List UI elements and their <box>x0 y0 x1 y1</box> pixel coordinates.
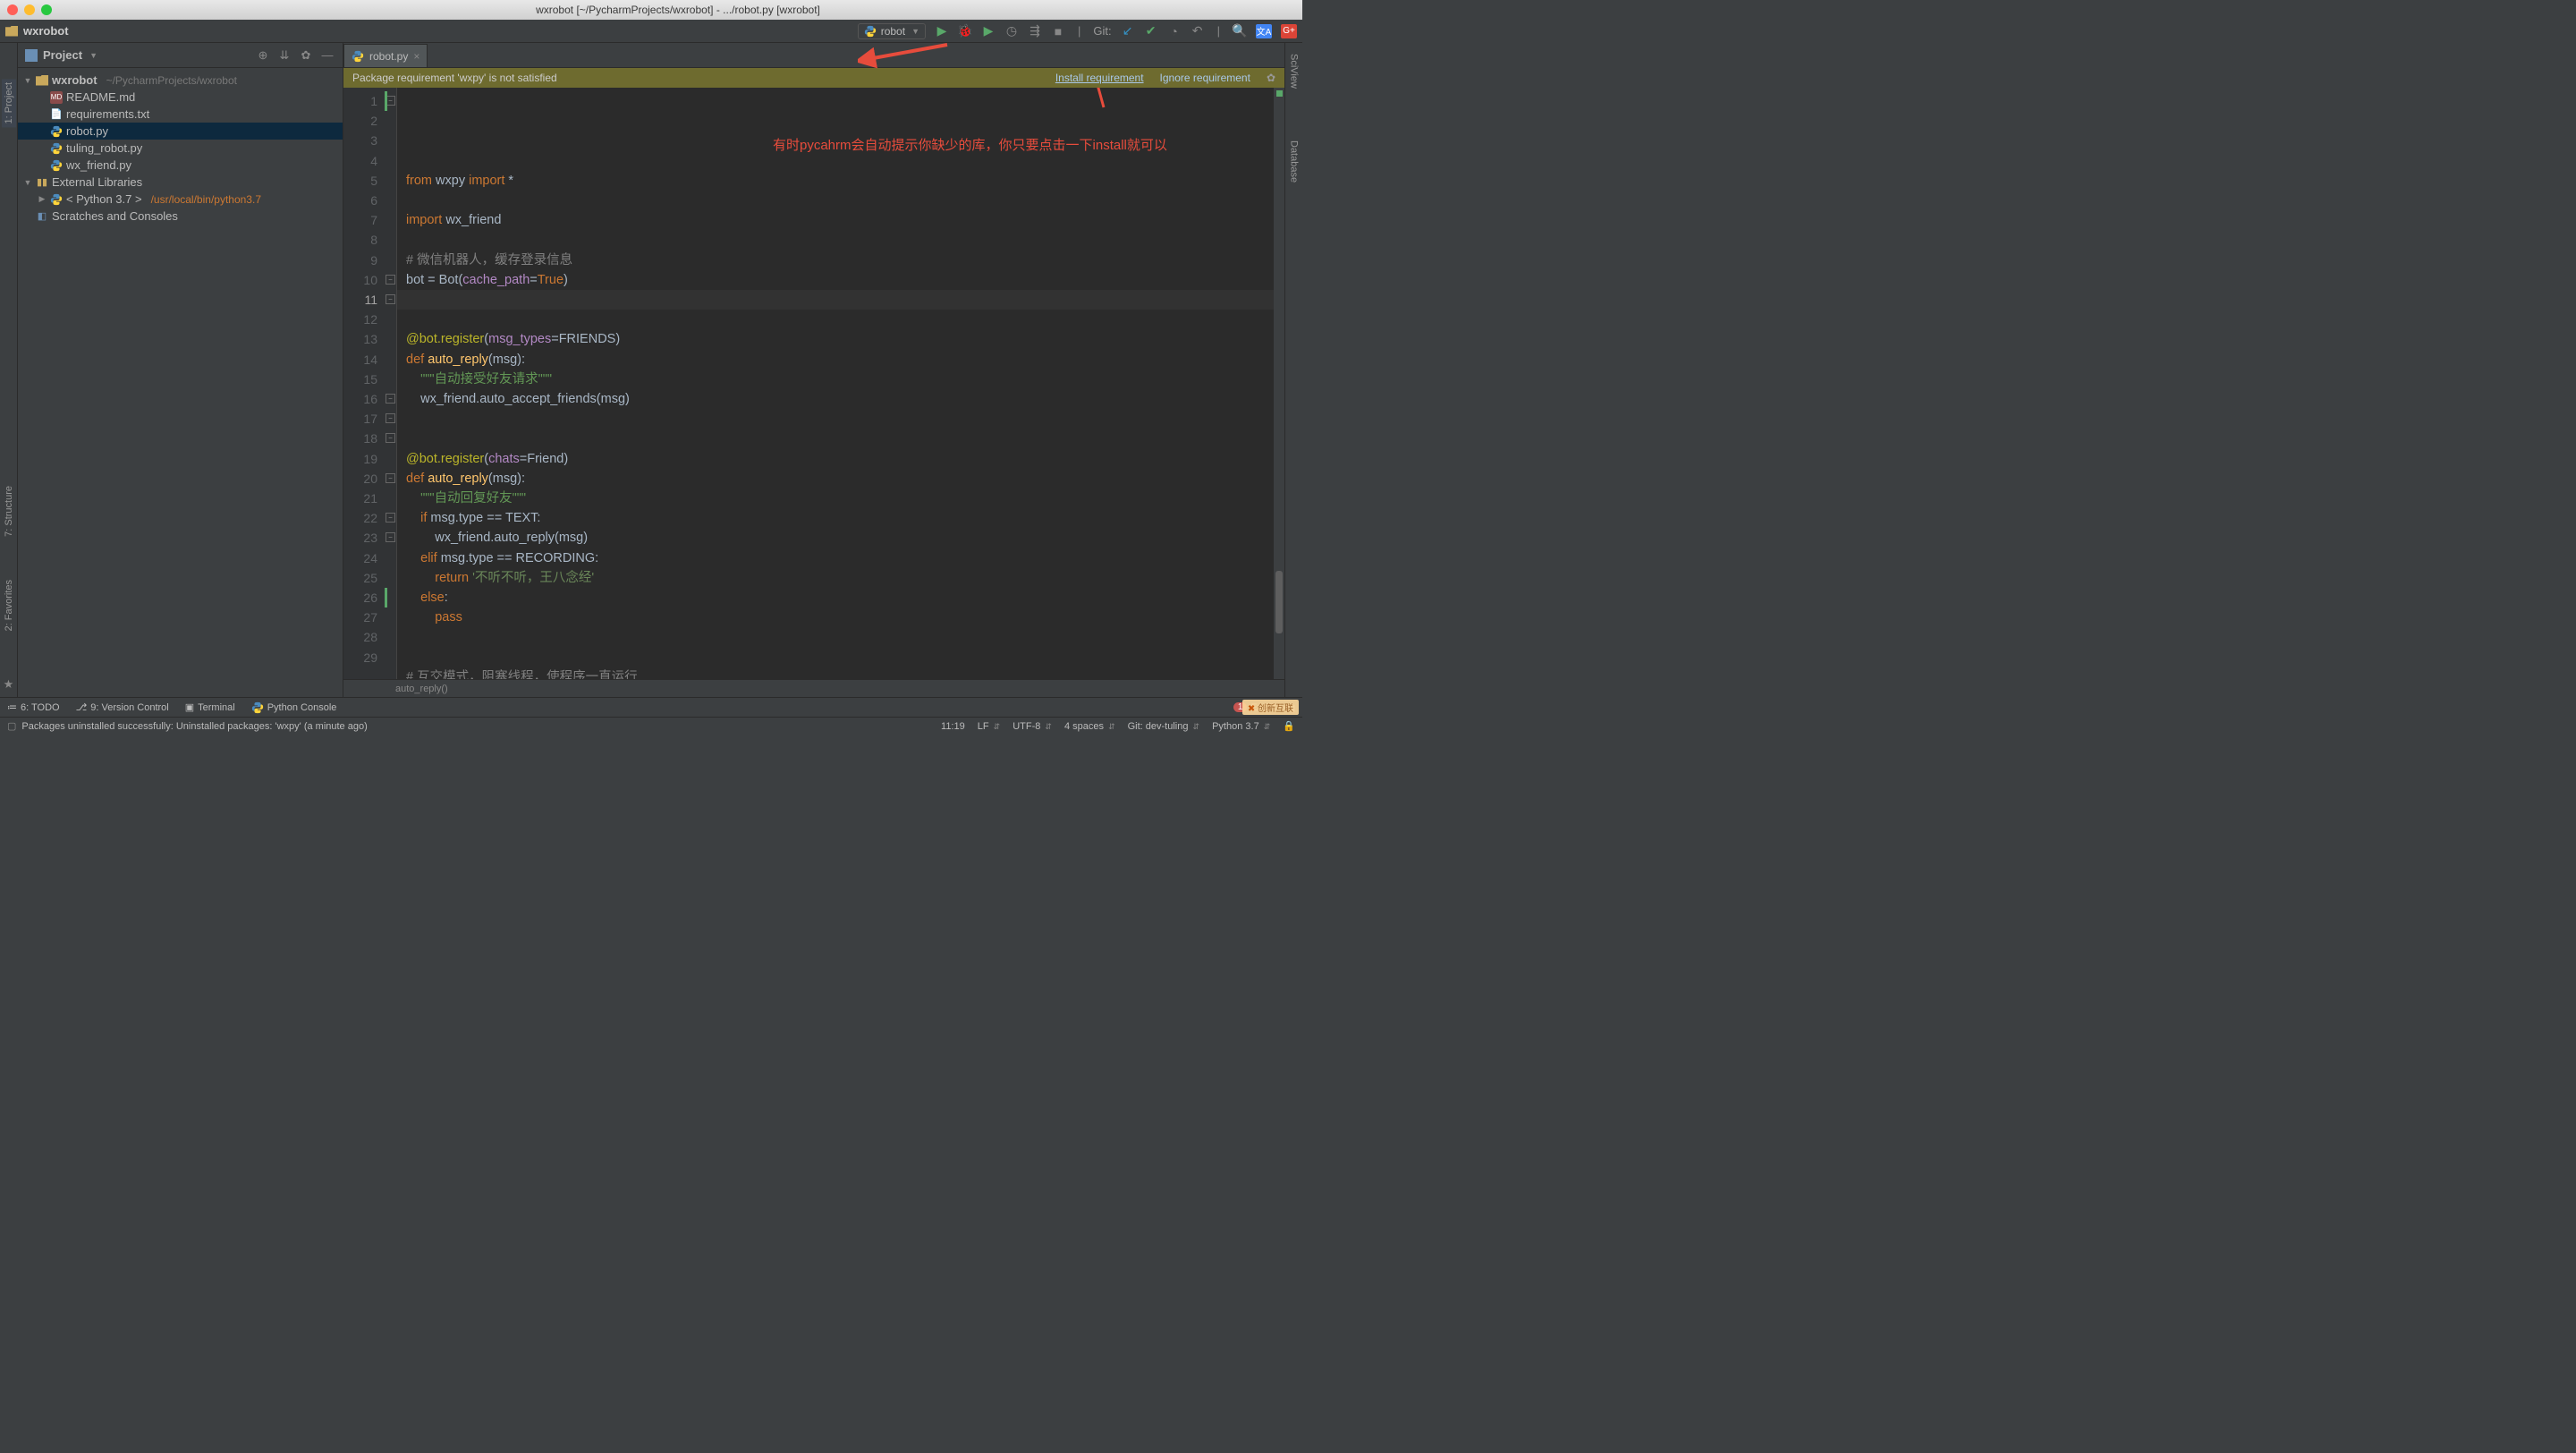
tree-file[interactable]: robot.py <box>18 123 343 140</box>
caret-position[interactable]: 11:19 <box>941 721 965 732</box>
status-bar: ▢ Packages uninstalled successfully: Uni… <box>0 717 1302 735</box>
tree-file[interactable]: wx_friend.py <box>18 157 343 174</box>
scratch-icon: ◧ <box>36 210 48 223</box>
tool-tab-database[interactable]: Database <box>1287 137 1301 186</box>
hide-icon[interactable]: — <box>319 47 335 64</box>
inspection-indicator[interactable] <box>1276 90 1283 97</box>
chevron-down-icon[interactable]: ▼ <box>89 51 97 60</box>
tree-file[interactable]: 📄requirements.txt <box>18 106 343 123</box>
bottom-toolbar: ≔6: TODO ⎇9: Version Control ▣Terminal P… <box>0 697 1302 717</box>
git-update-icon[interactable]: ↙ <box>1121 24 1135 38</box>
chevron-down-icon: ▼ <box>911 27 919 36</box>
folder-icon <box>5 26 18 37</box>
lock-icon[interactable]: 🔒 <box>1283 720 1295 732</box>
translate-icon[interactable]: 文A <box>1256 24 1272 38</box>
tree-scratches[interactable]: ▶ ◧ Scratches and Consoles <box>18 208 343 225</box>
search-icon[interactable]: 🔍 <box>1233 24 1247 38</box>
tool-tab-terminal[interactable]: ▣Terminal <box>185 701 235 713</box>
tool-tab-project[interactable]: 1: Project <box>2 79 16 127</box>
git-label: Git: <box>1093 24 1111 38</box>
main-toolbar: wxrobot robot ▼ ▶ 🐞 ▶ ◷ ⇶ ■ | Git: ↙ ✔ ◔… <box>0 20 1302 43</box>
tree-file[interactable]: MDREADME.md <box>18 89 343 106</box>
line-number-gutter[interactable]: 1234567891011121314151617181920212223242… <box>343 88 385 679</box>
sidebar-title[interactable]: Project <box>43 48 82 62</box>
banner-settings-icon[interactable]: ✿ <box>1267 72 1275 84</box>
tool-tab-vcs[interactable]: ⎇9: Version Control <box>76 701 169 713</box>
indent-config[interactable]: 4 spaces ⇵ <box>1064 721 1115 732</box>
stop-button[interactable]: ■ <box>1051 24 1065 38</box>
window-max-dot[interactable] <box>41 4 52 15</box>
tab-label: robot.py <box>369 50 408 63</box>
python-icon <box>251 701 264 714</box>
line-separator[interactable]: LF ⇵ <box>978 721 1000 732</box>
git-history-icon[interactable]: ◔ <box>1167 24 1182 38</box>
run-button[interactable]: ▶ <box>935 24 949 38</box>
tab-close-icon[interactable]: × <box>413 50 419 63</box>
code-editor[interactable]: 有时pycahrm会自动提示你缺少的库，你只要点击一下install就可以 fr… <box>397 88 1274 679</box>
tree-file[interactable]: tuling_robot.py <box>18 140 343 157</box>
library-icon: ▮▮ <box>36 176 48 189</box>
tool-tab-sciview[interactable]: SciView <box>1287 50 1301 92</box>
tree-external-libs[interactable]: ▼ ▮▮ External Libraries <box>18 174 343 191</box>
python-interpreter[interactable]: Python 3.7 ⇵ <box>1212 721 1270 732</box>
plugin-icon[interactable]: G+ <box>1281 24 1297 38</box>
python-icon <box>50 193 63 206</box>
git-revert-icon[interactable]: ↶ <box>1191 24 1205 38</box>
macos-titlebar: wxrobot [~/PycharmProjects/wxrobot] - ..… <box>0 0 1302 20</box>
ignore-requirement-link[interactable]: Ignore requirement <box>1160 72 1250 84</box>
annotation-arrow-2 <box>1086 88 1122 116</box>
tree-project-root[interactable]: ▼ wxrobot ~/PycharmProjects/wxrobot <box>18 72 343 89</box>
right-tool-gutter: SciView Database <box>1284 43 1302 697</box>
coverage-button[interactable]: ▶ <box>981 24 996 38</box>
tree-python-sdk[interactable]: ▶ < Python 3.7 > /usr/local/bin/python3.… <box>18 191 343 208</box>
run-config-label: robot <box>881 25 905 38</box>
requirement-banner: Package requirement 'wxpy' is not satisf… <box>343 68 1284 88</box>
tool-tab-todo[interactable]: ≔6: TODO <box>7 701 60 713</box>
settings-icon[interactable]: ✿ <box>298 47 314 64</box>
python-icon <box>864 25 877 38</box>
debug-button[interactable]: 🐞 <box>958 24 972 38</box>
project-view-icon <box>25 49 38 62</box>
git-commit-icon[interactable]: ✔ <box>1144 24 1158 38</box>
watermark: ✖ 创新互联 <box>1242 700 1299 715</box>
star-icon: ★ <box>4 677 14 692</box>
annotation-text: 有时pycahrm会自动提示你缺少的库，你只要点击一下install就可以 <box>773 136 1167 156</box>
breadcrumb-root[interactable]: wxrobot <box>23 24 69 38</box>
profile-button[interactable]: ◷ <box>1004 24 1019 38</box>
editor-tab-robot[interactable]: robot.py × <box>343 44 428 67</box>
project-sidebar: Project ▼ ⊕ ⇊ ✿ — ▼ wxrobot ~/PycharmPro… <box>18 43 343 697</box>
status-message: Packages uninstalled successfully: Unins… <box>21 721 367 732</box>
run-config-selector[interactable]: robot ▼ <box>858 23 926 39</box>
file-encoding[interactable]: UTF-8 ⇵ <box>1013 721 1052 732</box>
window-close-dot[interactable] <box>7 4 18 15</box>
editor-scrollbar[interactable] <box>1274 88 1284 679</box>
left-tool-gutter: 1: Project 7: Structure 2: Favorites ★ <box>0 43 18 697</box>
project-tree: ▼ wxrobot ~/PycharmProjects/wxrobot MDRE… <box>18 68 343 228</box>
git-branch[interactable]: Git: dev-tuling ⇵ <box>1128 721 1199 732</box>
trace-button[interactable]: ⇶ <box>1028 24 1042 38</box>
banner-message: Package requirement 'wxpy' is not satisf… <box>352 72 557 84</box>
code-breadcrumb[interactable]: auto_reply() <box>343 679 1284 697</box>
tool-tab-favorites[interactable]: 2: Favorites <box>2 576 16 634</box>
window-title: wxrobot [~/PycharmProjects/wxrobot] - ..… <box>61 4 1295 16</box>
fold-gutter[interactable]: −−−−−−−−− <box>385 88 397 679</box>
locate-icon[interactable]: ⊕ <box>255 47 271 64</box>
collapse-icon[interactable]: ⇊ <box>276 47 292 64</box>
tool-tab-python-console[interactable]: Python Console <box>251 701 337 714</box>
status-icon[interactable]: ▢ <box>7 720 16 732</box>
tool-tab-structure[interactable]: 7: Structure <box>2 482 16 540</box>
python-icon <box>352 50 364 63</box>
editor-area: robot.py × Package requirement 'wxpy' is… <box>343 43 1284 697</box>
install-requirement-link[interactable]: Install requirement <box>1055 72 1144 84</box>
window-min-dot[interactable] <box>24 4 35 15</box>
scrollbar-thumb[interactable] <box>1275 571 1283 633</box>
